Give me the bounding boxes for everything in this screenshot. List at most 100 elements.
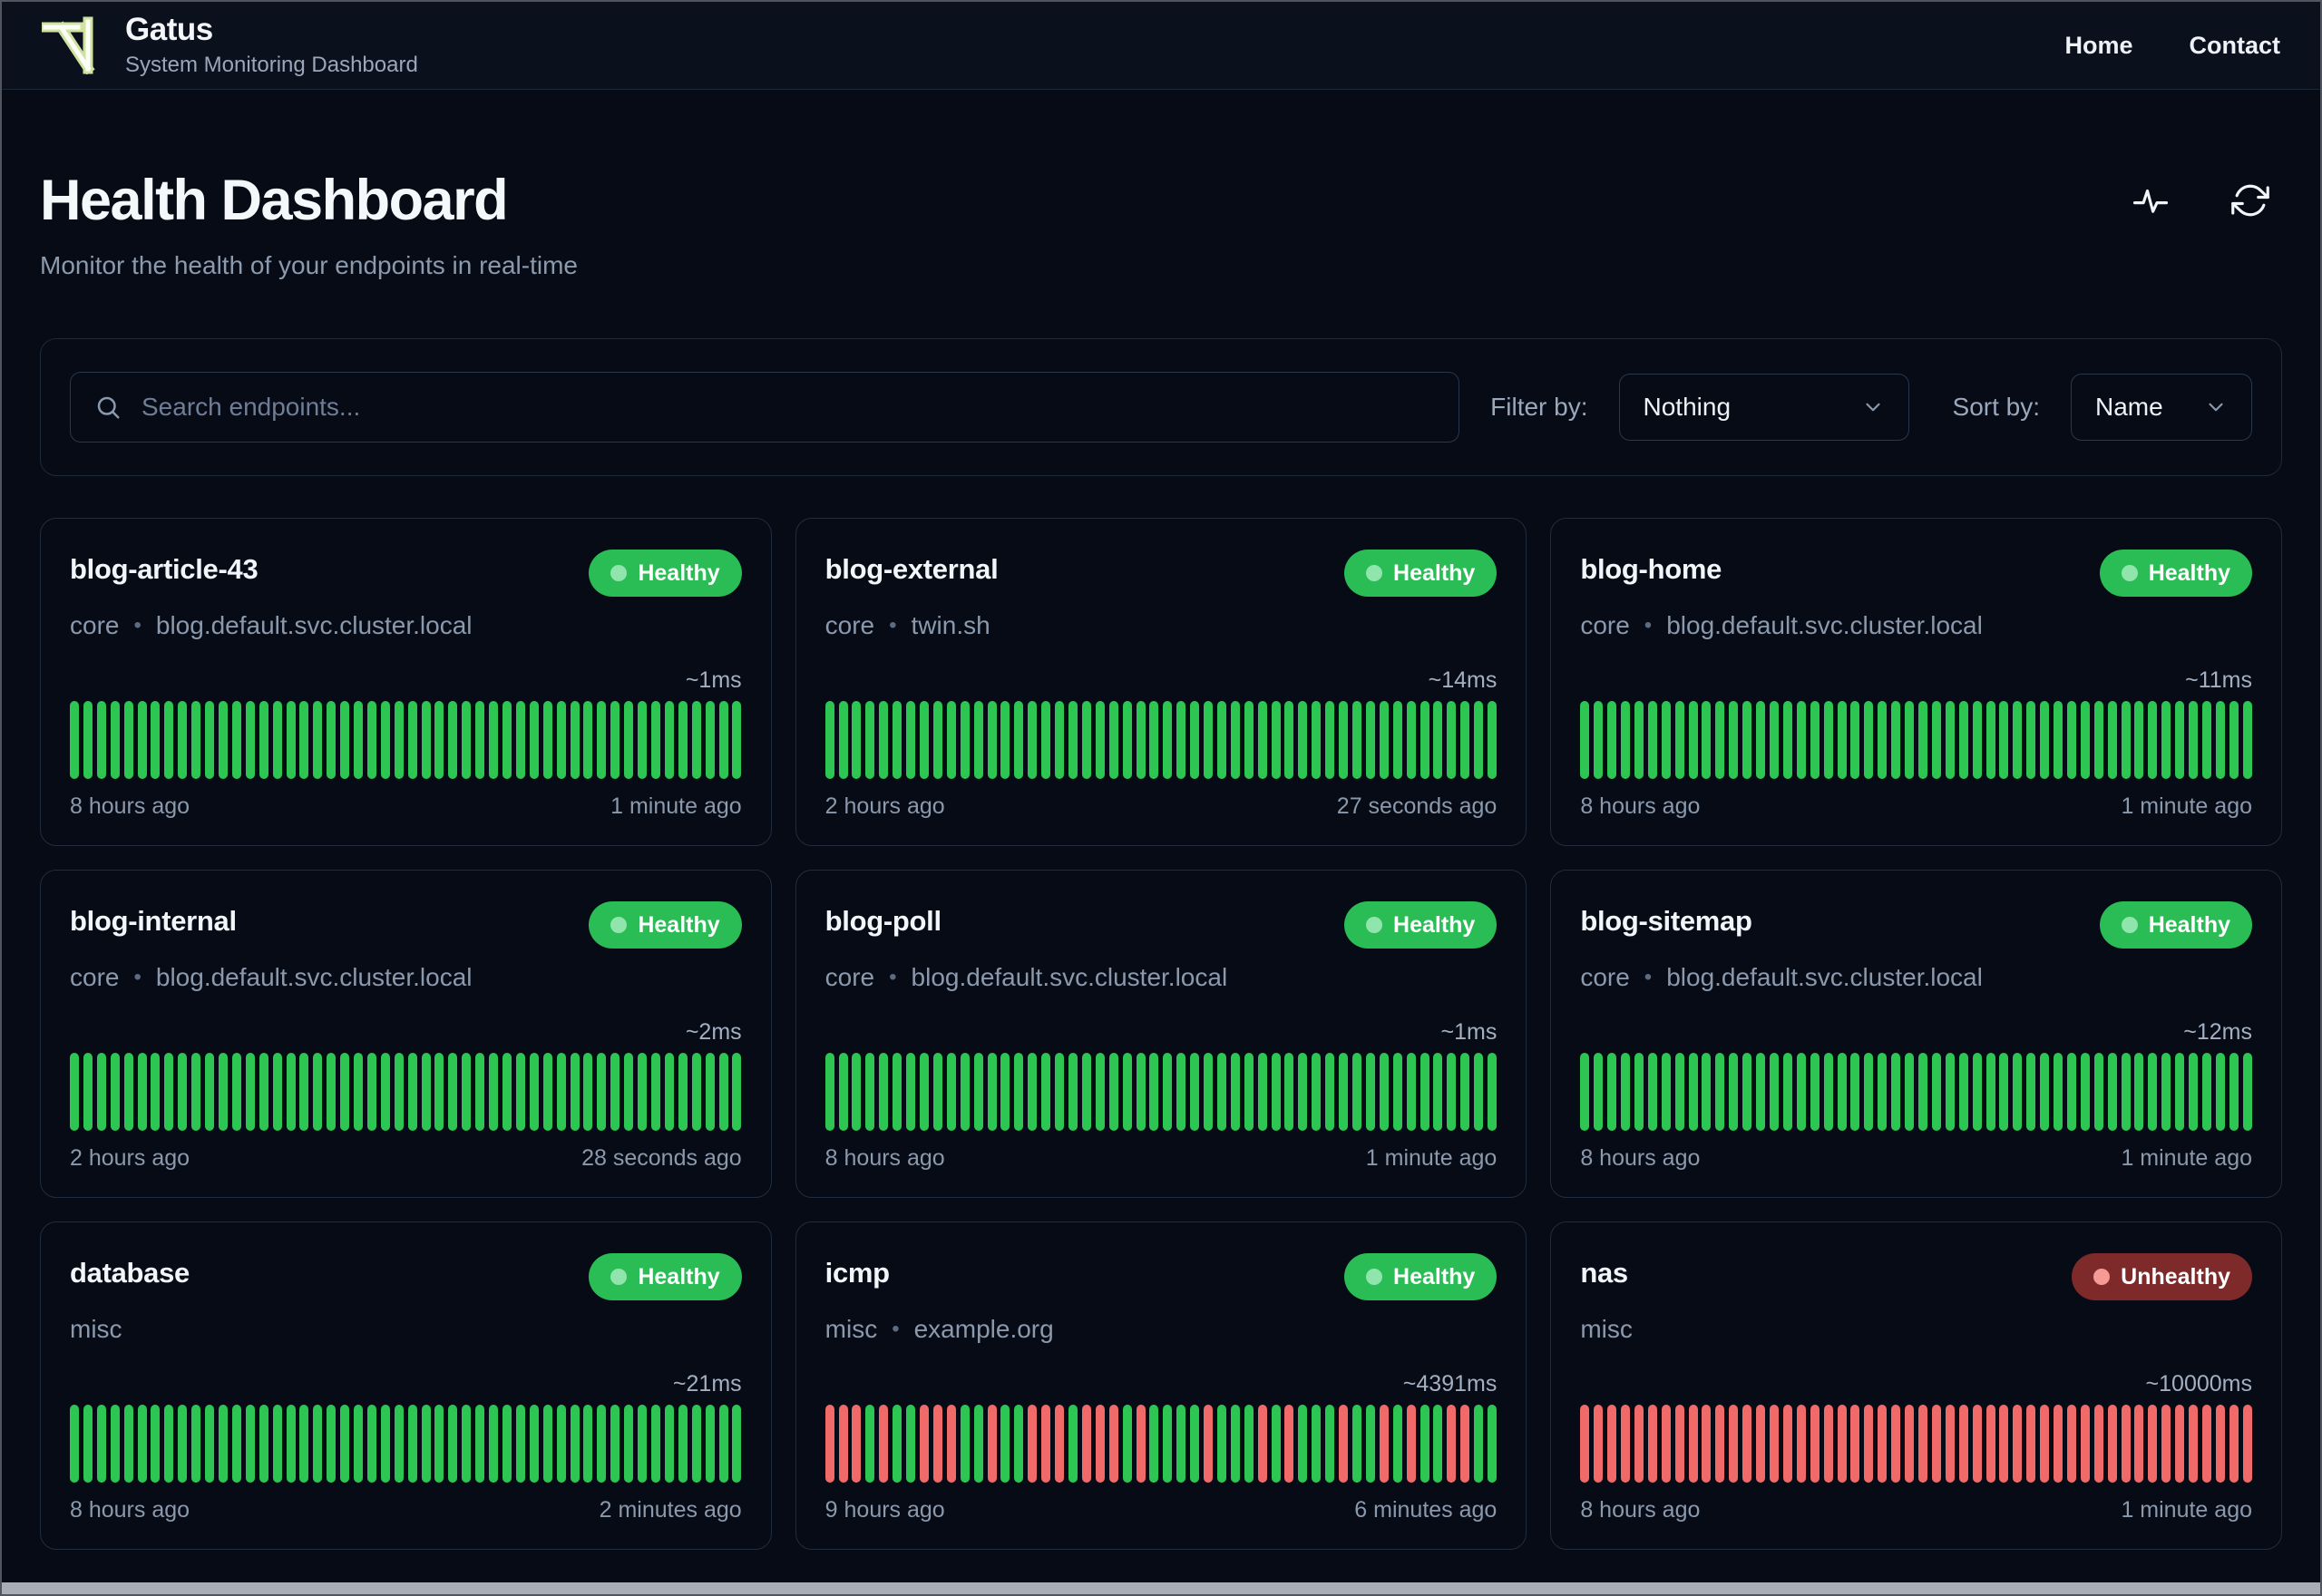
status-bar[interactable] xyxy=(1837,1053,1847,1131)
status-bar[interactable] xyxy=(610,701,620,779)
status-bar[interactable] xyxy=(462,1405,472,1483)
status-bar[interactable] xyxy=(597,1405,607,1483)
status-bar[interactable] xyxy=(1756,1405,1766,1483)
status-bar[interactable] xyxy=(624,701,634,779)
status-bar[interactable] xyxy=(272,1405,282,1483)
status-bar[interactable] xyxy=(313,1405,323,1483)
status-bar[interactable] xyxy=(1163,701,1173,779)
status-bar[interactable] xyxy=(664,701,674,779)
status-bar[interactable] xyxy=(529,701,539,779)
status-bar[interactable] xyxy=(1688,1053,1698,1131)
status-bar[interactable] xyxy=(191,1405,201,1483)
status-bar[interactable] xyxy=(489,701,499,779)
status-bar[interactable] xyxy=(1000,1053,1010,1131)
status-bar[interactable] xyxy=(231,1053,241,1131)
status-bar[interactable] xyxy=(178,701,188,779)
status-bar[interactable] xyxy=(852,1053,862,1131)
status-bar[interactable] xyxy=(946,1053,956,1131)
status-bar[interactable] xyxy=(1647,1405,1657,1483)
status-bar[interactable] xyxy=(1081,1405,1091,1483)
status-bar[interactable] xyxy=(123,1405,133,1483)
status-bar[interactable] xyxy=(110,701,120,779)
status-bar[interactable] xyxy=(987,1053,997,1131)
status-bar[interactable] xyxy=(1770,1405,1780,1483)
status-bar[interactable] xyxy=(1729,1405,1739,1483)
status-bar[interactable] xyxy=(313,701,323,779)
status-bar[interactable] xyxy=(1878,701,1888,779)
status-bar[interactable] xyxy=(1284,701,1294,779)
status-bar[interactable] xyxy=(421,701,431,779)
status-bar[interactable] xyxy=(1230,1053,1240,1131)
status-bar[interactable] xyxy=(1702,1405,1712,1483)
status-bar[interactable] xyxy=(1095,701,1105,779)
status-bar[interactable] xyxy=(1392,1053,1402,1131)
status-bar[interactable] xyxy=(1905,1405,1915,1483)
status-bar[interactable] xyxy=(1905,1053,1915,1131)
status-bar[interactable] xyxy=(2215,1053,2225,1131)
status-bar[interactable] xyxy=(1878,1053,1888,1131)
status-bar[interactable] xyxy=(1674,1405,1684,1483)
status-bar[interactable] xyxy=(123,1053,133,1131)
status-bar[interactable] xyxy=(705,1405,715,1483)
status-bar[interactable] xyxy=(1149,701,1159,779)
status-bar[interactable] xyxy=(1000,701,1010,779)
status-bar[interactable] xyxy=(1474,701,1484,779)
status-bar[interactable] xyxy=(1433,1405,1443,1483)
status-bar[interactable] xyxy=(732,1053,742,1131)
status-bar[interactable] xyxy=(1325,701,1335,779)
status-bar[interactable] xyxy=(245,1053,255,1131)
status-bar[interactable] xyxy=(1028,1405,1038,1483)
status-bar[interactable] xyxy=(973,1405,983,1483)
status-bar[interactable] xyxy=(893,1053,902,1131)
status-bar[interactable] xyxy=(1406,1053,1416,1131)
status-bar[interactable] xyxy=(259,1053,268,1131)
status-bar[interactable] xyxy=(2175,701,2185,779)
status-bar[interactable] xyxy=(2161,701,2171,779)
status-bar[interactable] xyxy=(1958,1405,1968,1483)
status-bar[interactable] xyxy=(1041,1053,1051,1131)
status-bar[interactable] xyxy=(1891,1405,1901,1483)
status-bar[interactable] xyxy=(556,1405,566,1483)
status-bar[interactable] xyxy=(448,701,458,779)
status-bar[interactable] xyxy=(70,701,79,779)
status-bar[interactable] xyxy=(1917,1405,1927,1483)
refresh-icon[interactable] xyxy=(2231,181,2269,219)
status-bar[interactable] xyxy=(151,701,161,779)
status-bar[interactable] xyxy=(96,701,106,779)
status-bar[interactable] xyxy=(394,1053,404,1131)
status-bar[interactable] xyxy=(421,1053,431,1131)
status-bar[interactable] xyxy=(1352,701,1361,779)
status-bar[interactable] xyxy=(1796,1053,1806,1131)
status-bar[interactable] xyxy=(1447,1405,1457,1483)
status-bar[interactable] xyxy=(1095,1405,1105,1483)
status-bar[interactable] xyxy=(718,701,728,779)
status-bar[interactable] xyxy=(1325,1053,1335,1131)
status-bar[interactable] xyxy=(920,1053,929,1131)
status-bar[interactable] xyxy=(83,701,93,779)
status-bar[interactable] xyxy=(137,1405,147,1483)
status-bar[interactable] xyxy=(987,701,997,779)
status-bar[interactable] xyxy=(1958,701,1968,779)
status-bar[interactable] xyxy=(1284,1053,1294,1131)
status-bar[interactable] xyxy=(1420,1405,1429,1483)
status-bar[interactable] xyxy=(96,1053,106,1131)
status-bar[interactable] xyxy=(2080,1405,2090,1483)
status-bar[interactable] xyxy=(1014,1053,1024,1131)
status-bar[interactable] xyxy=(1108,1405,1118,1483)
status-bar[interactable] xyxy=(407,1405,417,1483)
status-bar[interactable] xyxy=(1702,1053,1712,1131)
status-bar[interactable] xyxy=(1621,1053,1631,1131)
activity-icon[interactable] xyxy=(2132,181,2170,219)
endpoint-card[interactable]: nas Unhealthy misc ~10000ms 8 hours ago … xyxy=(1550,1221,2282,1550)
status-bar[interactable] xyxy=(529,1405,539,1483)
status-bar[interactable] xyxy=(1661,701,1671,779)
status-bar[interactable] xyxy=(824,1405,834,1483)
status-bar[interactable] xyxy=(705,701,715,779)
status-bar[interactable] xyxy=(259,701,268,779)
status-bar[interactable] xyxy=(1891,701,1901,779)
status-bar[interactable] xyxy=(1729,701,1739,779)
status-bar[interactable] xyxy=(1661,1405,1671,1483)
status-bar[interactable] xyxy=(191,701,201,779)
status-bar[interactable] xyxy=(1460,701,1470,779)
status-bar[interactable] xyxy=(1810,1405,1820,1483)
